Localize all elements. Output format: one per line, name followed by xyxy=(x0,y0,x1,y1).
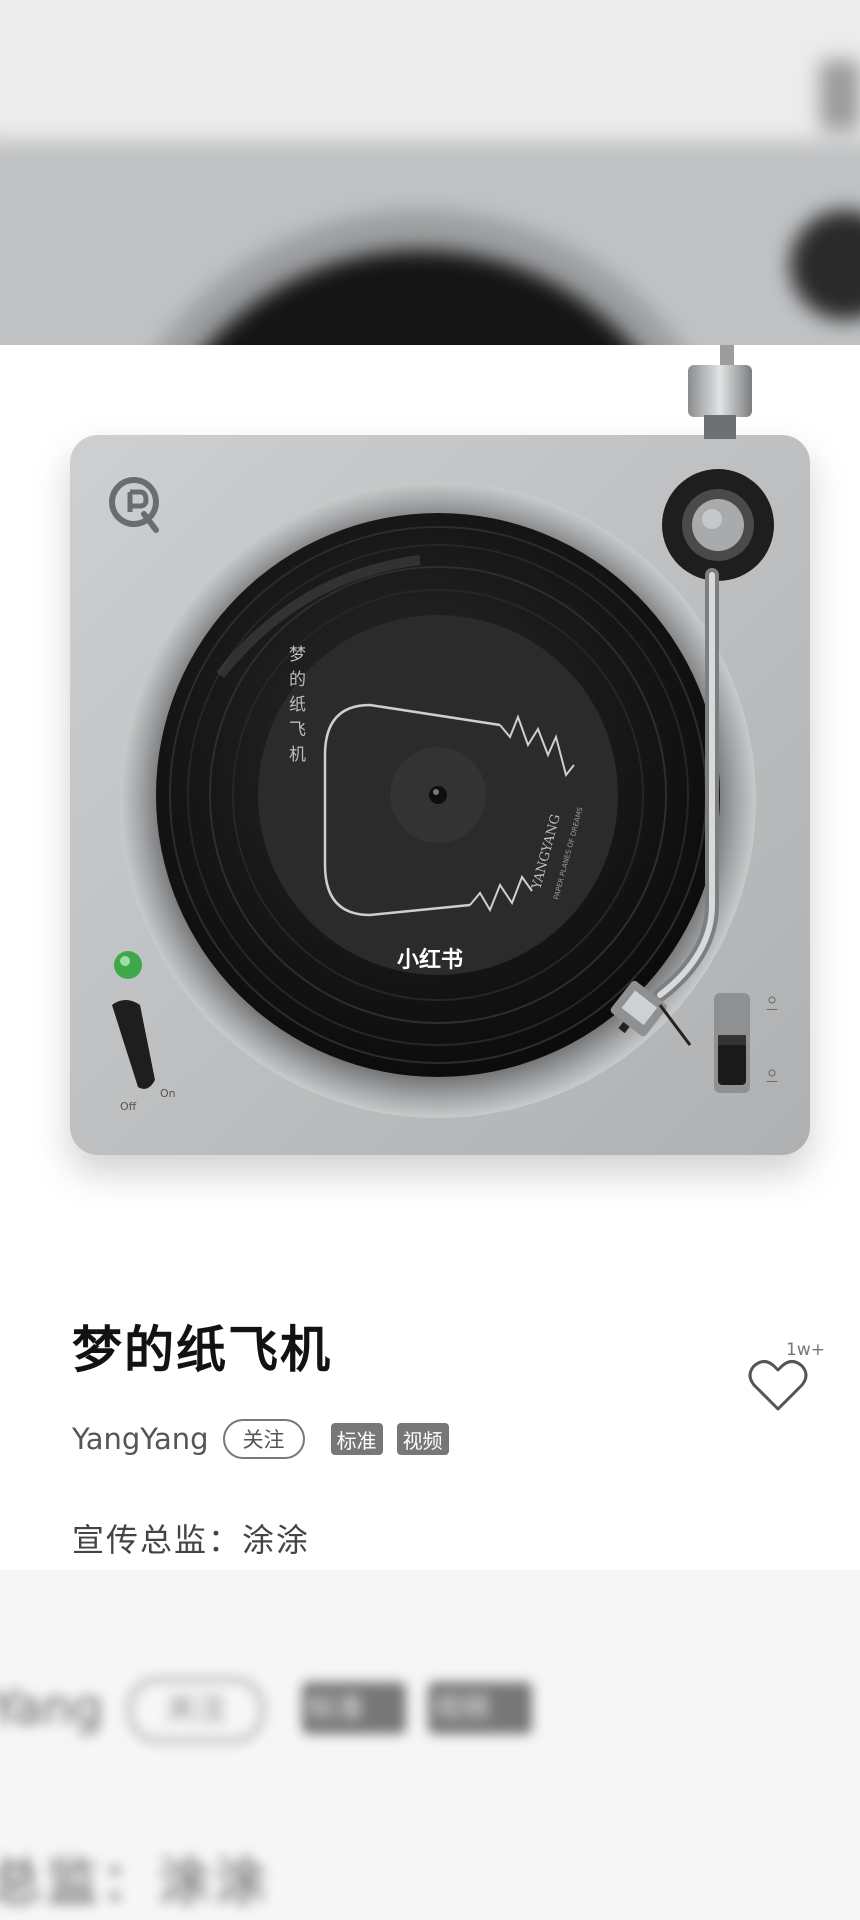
quality-tag-standard[interactable]: 标准 xyxy=(330,1423,383,1455)
blurred-background-top xyxy=(0,0,860,345)
blurred-artist: Yang xyxy=(0,1680,104,1736)
record-label: 梦的纸飞机 YANGYANG PAPER PLANES OF DREAMS xyxy=(258,615,618,975)
blurred-background-bottom: Yang 关注 标准 视频 总监：涂涂 xyxy=(0,1570,860,1920)
blurred-tag-standard: 标准 xyxy=(302,1682,406,1734)
heart-outline-icon[interactable] xyxy=(746,1357,810,1413)
speed-selector[interactable] xyxy=(714,993,750,1093)
song-meta-row: YangYang 关注 标准 视频 xyxy=(72,1419,463,1459)
svg-text:—: — xyxy=(766,1002,778,1016)
blurred-credit: 总监：涂涂 xyxy=(0,1853,271,1913)
blurred-tag-video: 视频 xyxy=(428,1682,532,1734)
power-on-label: On xyxy=(160,1087,176,1100)
record-label-vertical-title: 梦的纸飞机 xyxy=(285,645,306,770)
blurred-follow: 关注 xyxy=(128,1678,264,1742)
watermark: 小红书 xyxy=(397,947,463,973)
song-title: 梦的纸飞机 xyxy=(72,1320,332,1379)
artist-name[interactable]: YangYang xyxy=(72,1422,209,1456)
credit-line: 宣传总监：涂涂 xyxy=(72,1521,311,1559)
tonearm-counterweight xyxy=(688,345,752,439)
power-off-label: Off xyxy=(120,1100,137,1113)
music-card: 梦的纸飞机 YANGYANG PAPER PLANES OF DREAMS Of… xyxy=(0,345,860,1570)
turntable-artwork[interactable]: 梦的纸飞机 YANGYANG PAPER PLANES OF DREAMS Of… xyxy=(0,345,860,1245)
tonearm-base xyxy=(662,469,774,581)
video-tag[interactable]: 视频 xyxy=(396,1423,449,1455)
follow-button[interactable]: 关注 xyxy=(222,1419,305,1459)
